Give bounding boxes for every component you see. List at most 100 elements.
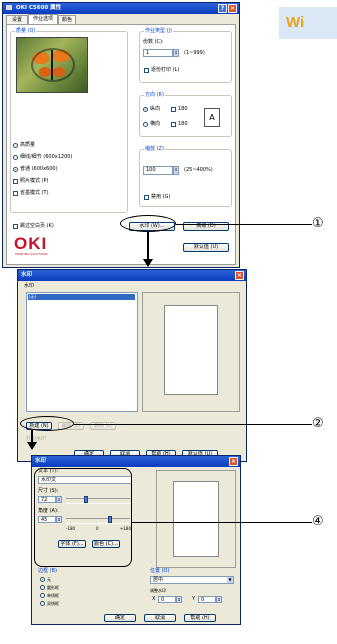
copies-label: 份数 (C): [143,39,164,45]
x-offset-input[interactable]: 0 [158,596,176,603]
chevron-down-icon[interactable]: ▼ [227,577,233,583]
rotate180-portrait-label: 180 [178,106,188,112]
border-double-radio[interactable] [40,601,45,606]
arrow-1-head [143,259,153,267]
callout-oval-2 [20,416,74,431]
help-icon[interactable]: ? [218,4,227,13]
border-none-label: 无 [47,577,51,582]
x-offset-spinner[interactable]: ⇕ [176,596,182,603]
quality-normal-label: 普通 (600x600) [20,166,58,172]
watermark-list-label: 水印 [24,283,35,289]
quality-label: 质量 (Q) [15,28,37,35]
dialog1-title: OKI C5600 属性 [15,5,62,11]
callout-number-1: ① [312,216,324,231]
dialog3-titlebar: 水印 × [32,456,240,467]
preview-page [164,305,218,395]
quality-normal-radio[interactable] [13,167,18,172]
callout-box-4 [34,468,132,567]
photo-mode-checkbox[interactable] [13,179,18,184]
photo-mode-label: 照片模式 (P) [20,178,49,184]
tab-color[interactable]: 颜色 [58,15,76,24]
dialog2-title: 水印 [21,272,33,278]
cancel-button[interactable]: 取消 [144,614,176,622]
dialog2-titlebar: 水印 × [18,270,246,281]
printer-properties-dialog: OKI C5600 属性 ? × 设置 作业选项 颜色 质量 (Q) 高质量 细… [2,2,240,268]
collate-label: 逐份打印 (L) [151,67,180,73]
job-type-label: 作业类型 (J) [144,28,173,35]
dialog3-title: 水印 [35,458,47,464]
callout-line-4 [132,522,312,523]
quality-high-label: 高质量 [20,142,36,148]
border-circle-radio[interactable] [40,585,45,590]
callout-oval-1 [120,215,176,232]
oki-logo: OKI [14,234,48,253]
arrow-1-shaft [147,231,149,262]
adjust-watermark-label: 调整水印 [150,588,166,593]
position-select[interactable]: 居中 [150,576,234,584]
toner-saving-checkbox[interactable] [13,191,18,196]
watermark-list[interactable]: (无) [26,292,138,412]
position-label: 位置 (O) [150,568,170,574]
watermark-list-item[interactable]: (无) [28,294,135,300]
quality-fine-radio[interactable] [13,155,18,160]
y-offset-spinner[interactable]: ⇕ [216,596,222,603]
border-label: 边框 (B) [38,568,57,574]
portrait-radio[interactable] [143,107,148,112]
oki-logo-subtitle: PRINTING SOLUTIONS [15,252,48,256]
quality-preview-image [16,37,88,93]
rotate180-landscape-label: 180 [178,121,188,127]
y-offset-input[interactable]: 0 [198,596,216,603]
toner-saving-label: 省墨模式 (T) [20,190,49,196]
callout-line-1 [176,224,312,225]
scale-input[interactable]: 100 [143,166,173,175]
scale-disable-checkbox[interactable] [144,195,149,200]
scale-disable-label: 禁用 (G) [151,194,171,200]
ok-button[interactable]: 确定 [104,614,136,622]
arrow-2-head [27,442,37,450]
brand-badge: Wi [279,7,337,39]
edit-preview-page [173,481,219,557]
orientation-label: 方向 (R) [144,92,165,99]
default-button[interactable]: 默认值 (U) [183,243,229,252]
landscape-label: 横向 [150,121,161,127]
callout-number-4: ④ [312,514,324,529]
portrait-label: 纵向 [150,106,161,112]
copies-spinner[interactable]: ⇕ [173,49,179,57]
callout-line-2 [74,424,312,425]
close-icon[interactable]: × [229,457,238,466]
help-button[interactable]: 帮助 (H) [184,614,216,622]
scale-label: 缩放 (Z) [144,146,165,153]
quality-fine-label: 细线/细节 (600x1200) [20,154,73,160]
callout-number-2: ② [312,416,324,431]
tab-job-options[interactable]: 作业选项 [28,14,58,24]
printer-icon [6,5,12,10]
x-offset-label: X [152,596,156,602]
border-single-label: 单线框 [47,593,59,598]
quality-high-radio[interactable] [13,143,18,148]
tab-settings[interactable]: 设置 [6,15,28,24]
rotate180-landscape-checkbox[interactable] [171,122,176,127]
collate-checkbox[interactable] [144,68,149,73]
scale-range: (25~400%) [184,167,213,173]
rotate180-portrait-checkbox[interactable] [171,107,176,112]
landscape-radio[interactable] [143,122,148,127]
edit-watermark-preview [156,470,236,568]
skip-blank-checkbox[interactable] [13,224,18,229]
job-options-panel: 质量 (Q) 高质量 细线/细节 (600x1200) 普通 (600x600)… [6,24,236,265]
skip-blank-label: 跳过空白页 (K) [20,223,54,229]
watermark-dialog: 水印 × 水印 (无) 新建 (N) 编辑 (E) 删除 (L) 打印水印 确定… [17,269,247,462]
border-double-label: 双线框 [47,601,59,606]
close-icon[interactable]: × [235,271,244,280]
watermark-preview [142,292,240,412]
dialog1-titlebar: OKI C5600 属性 ? × [3,3,239,14]
scale-spinner[interactable]: ⇕ [173,166,179,175]
y-offset-label: Y [192,596,196,602]
border-circle-label: 圆形框 [47,585,59,590]
copies-input[interactable]: 1 [143,49,173,57]
brand-badge-text: Wi [286,14,305,31]
copies-range: (1~999) [184,50,205,56]
orientation-preview-icon: A [204,108,220,127]
border-none-radio[interactable] [40,577,45,582]
border-single-radio[interactable] [40,593,45,598]
close-icon[interactable]: × [228,4,237,13]
